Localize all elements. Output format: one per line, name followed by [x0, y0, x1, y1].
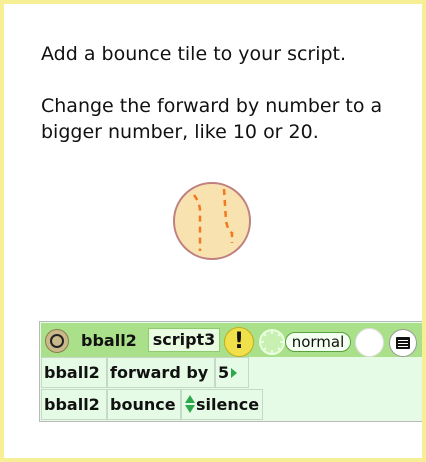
script-header: bball2 script3 ! normal [41, 323, 422, 357]
tile-object-name[interactable]: bball2 [41, 389, 107, 420]
menu-icon[interactable] [389, 329, 417, 357]
alert-icon[interactable]: ! [224, 327, 254, 357]
script-name-field[interactable]: script3 [148, 328, 220, 352]
script-editor: bball2 script3 ! normal bball2 forward b… [39, 321, 422, 422]
command-label: forward by [110, 363, 209, 382]
tile-object-name[interactable]: bball2 [41, 357, 107, 388]
ball-sprite[interactable] [172, 181, 252, 261]
ball-body [173, 182, 251, 260]
arrow-right-icon[interactable] [231, 368, 238, 378]
circle-button-icon[interactable] [45, 329, 69, 353]
clock-icon[interactable] [258, 328, 286, 356]
instruction-line-2: Change the forward by number to a bigger… [41, 95, 383, 143]
instruction-line-1: Add a bounce tile to your script. [41, 43, 347, 65]
tile-bounce[interactable]: bounce [107, 389, 181, 420]
object-name-label[interactable]: bball2 [81, 328, 137, 354]
status-dropdown[interactable]: normal [285, 332, 351, 352]
sound-value-field[interactable]: silence [181, 389, 263, 420]
instructions-text: Add a bounce tile to your script. Change… [41, 41, 411, 171]
blank-circle-button[interactable] [355, 328, 384, 357]
number-value-field[interactable]: 5 [215, 357, 249, 388]
up-down-arrows-icon[interactable] [184, 394, 196, 414]
tile-forward-by[interactable]: forward by [107, 357, 225, 388]
